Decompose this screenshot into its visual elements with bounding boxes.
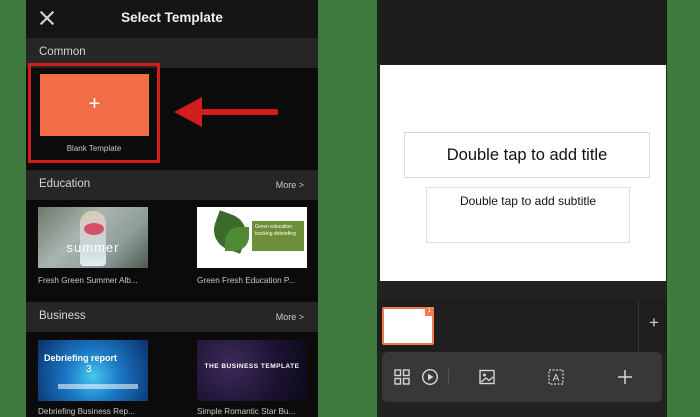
page-title: Select Template: [121, 10, 223, 25]
divider: [638, 300, 639, 352]
layout-grid-icon[interactable]: [393, 368, 411, 386]
section-label: Business: [39, 310, 86, 322]
template-thumbnail[interactable]: summer: [38, 207, 148, 268]
play-icon[interactable]: [421, 368, 439, 386]
template-thumbnail[interactable]: Green education tracking debriefing: [197, 207, 307, 268]
subtitle-placeholder-text: Double tap to add subtitle: [459, 194, 597, 208]
template-picker-screen: Select Template Common Education More > …: [26, 0, 318, 417]
template-label: Debriefing Business Rep...: [38, 407, 135, 416]
header-bar: Select Template: [26, 0, 318, 38]
toolbar-divider: [448, 369, 449, 385]
svg-text:A: A: [553, 373, 560, 384]
flower-image: [84, 223, 104, 235]
plus-icon[interactable]: [616, 368, 634, 386]
text-box-icon[interactable]: A: [547, 368, 565, 386]
template-label: Fresh Green Summer Alb...: [38, 276, 138, 285]
thumbnail-text: THE BUSINESS TEMPLATE: [204, 363, 300, 370]
bottom-toolbar: A: [382, 352, 662, 402]
leaf-image: [225, 227, 249, 251]
thumbnail-text: Green education tracking debriefing: [255, 224, 296, 237]
template-label: Simple Romantic Star Bu...: [197, 407, 296, 416]
thumbnail-number: 3: [86, 364, 92, 375]
template-label: Green Fresh Education P...: [197, 276, 296, 285]
title-placeholder[interactable]: Double tap to add title: [404, 132, 650, 178]
template-thumbnail[interactable]: THE BUSINESS TEMPLATE: [197, 340, 307, 401]
slide-editor-screen: Double tap to add title Double tap to ad…: [377, 0, 667, 417]
thumbnail-text: Debriefing report: [44, 353, 118, 363]
section-education: Education More >: [26, 170, 318, 200]
plus-icon: +: [88, 93, 101, 115]
blank-template-highlight: + Blank Template: [28, 63, 160, 163]
editor-top-area: [377, 0, 667, 64]
section-business: Business More >: [26, 302, 318, 332]
add-slide-button[interactable]: +: [645, 314, 663, 332]
title-placeholder-text: Double tap to add title: [446, 146, 608, 164]
slide-number-badge: 1: [425, 307, 434, 316]
thumbnail-text: summer: [66, 240, 120, 255]
image-icon[interactable]: [478, 368, 496, 386]
more-link[interactable]: More >: [276, 180, 304, 190]
figure-image: [80, 211, 106, 266]
slide-thumbnail[interactable]: 1: [382, 307, 434, 345]
subtitle-placeholder[interactable]: Double tap to add subtitle: [426, 187, 630, 243]
slide-thumbnail-strip: 1 +: [377, 300, 667, 352]
blank-template-card[interactable]: +: [40, 74, 149, 136]
slide-canvas[interactable]: Double tap to add title Double tap to ad…: [380, 65, 666, 281]
section-label: Education: [39, 178, 91, 190]
arrow-left-icon: [174, 97, 278, 127]
section-label: Common: [39, 46, 86, 58]
template-label: Blank Template: [66, 144, 122, 153]
more-link[interactable]: More >: [276, 312, 304, 322]
thumbnail-bar: [58, 384, 138, 389]
template-thumbnail[interactable]: Debriefing report 3: [38, 340, 148, 401]
